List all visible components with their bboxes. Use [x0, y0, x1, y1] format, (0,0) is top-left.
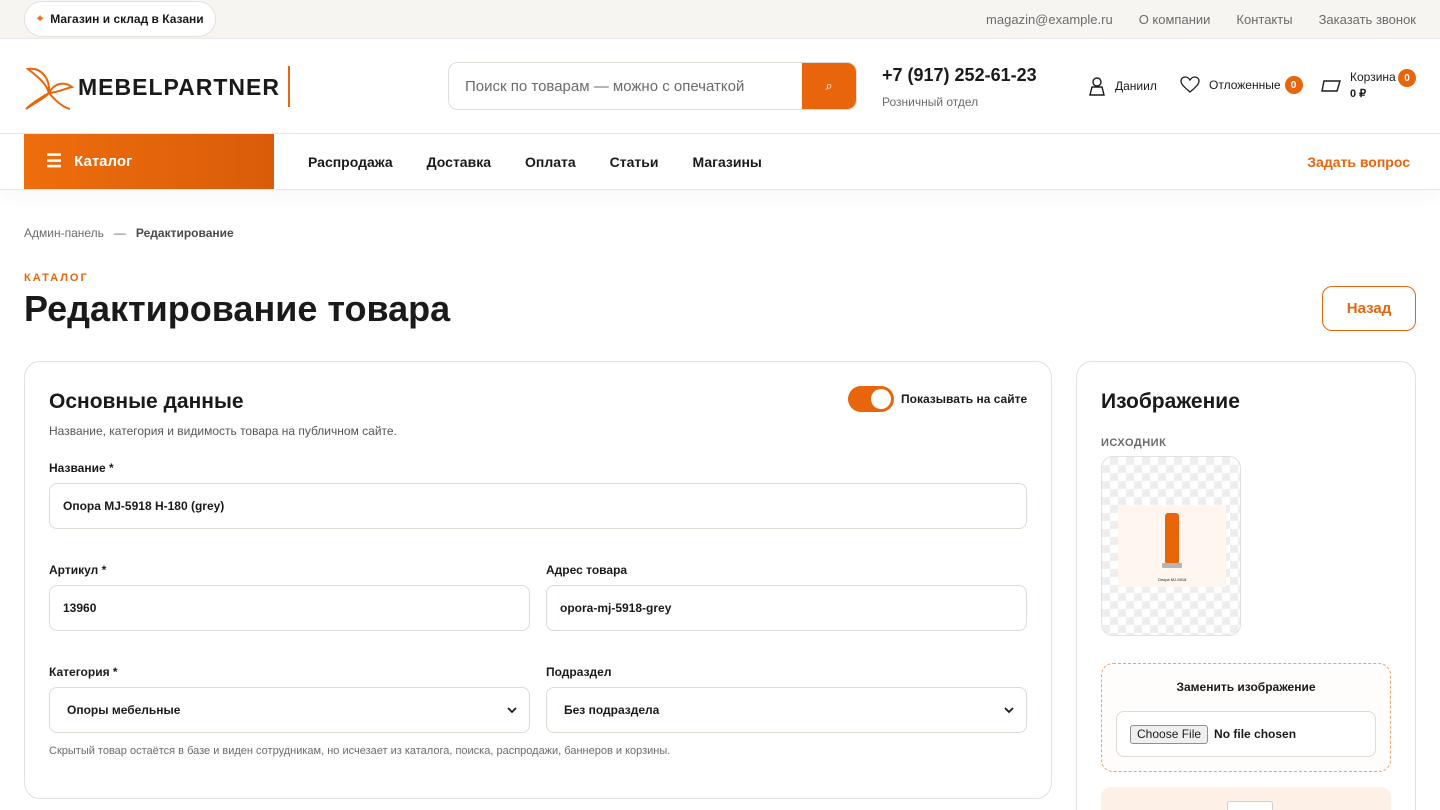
- visibility-toggle-group: Показывать на сайте: [848, 386, 1027, 412]
- phone-number[interactable]: +7 (917) 252-61-23: [882, 65, 1037, 86]
- search-input[interactable]: [449, 63, 802, 109]
- store-location-label: Магазин и склад в Казани: [50, 12, 204, 26]
- header: MEBELPARTNER ⌕ +7 (917) 252-61-23 Рознич…: [0, 39, 1440, 134]
- slug-input[interactable]: opora-mj-5918-grey: [546, 585, 1027, 631]
- cart-count-badge: 0: [1398, 69, 1416, 87]
- secondary-panel-control[interactable]: [1227, 801, 1273, 810]
- menu-icon: ☰: [46, 151, 63, 171]
- card-title: Основные данные: [49, 390, 244, 413]
- butterfly-logo-icon: [25, 67, 74, 110]
- page-eyebrow: КАТАЛОГ: [24, 272, 89, 284]
- nav-link-articles[interactable]: Статьи: [610, 154, 659, 170]
- cart-text: Корзина 0 ₽: [1350, 69, 1396, 103]
- phone-block: +7 (917) 252-61-23 Розничный отдел: [882, 65, 1037, 109]
- nav-link-delivery[interactable]: Доставка: [427, 154, 491, 170]
- catalog-label: Каталог: [74, 153, 133, 170]
- logo-text: MEBELPARTNER: [78, 73, 280, 100]
- source-label: ИСХОДНИК: [1101, 437, 1167, 449]
- contacts-link[interactable]: Контакты: [1236, 12, 1292, 27]
- main-nav: ☰ Каталог Распродажа Доставка Оплата Ста…: [0, 134, 1440, 190]
- furniture-leg-shape: [1165, 513, 1179, 563]
- back-button[interactable]: Назад: [1322, 286, 1416, 331]
- breadcrumb-current: Редактирование: [135, 226, 234, 240]
- name-label: Название *: [49, 461, 114, 475]
- callback-link[interactable]: Заказать звонок: [1319, 12, 1416, 27]
- product-image: Опора MJ-5918: [1118, 505, 1226, 587]
- nav-link-sale[interactable]: Распродажа: [308, 154, 393, 170]
- product-image-preview[interactable]: Опора MJ-5918: [1101, 456, 1241, 636]
- slug-value: opora-mj-5918-grey: [560, 601, 672, 615]
- breadcrumb-separator: —: [113, 226, 126, 240]
- sku-label: Артикул *: [49, 563, 107, 577]
- user-icon: [1089, 77, 1105, 96]
- image-secondary-panel: [1101, 787, 1391, 810]
- card-subtitle: Название, категория и видимость товара н…: [49, 424, 397, 438]
- subcategory-label: Подраздел: [546, 665, 612, 679]
- email-link[interactable]: magazin@example.ru: [986, 12, 1113, 27]
- breadcrumb-parent[interactable]: Админ-панель: [24, 226, 104, 240]
- about-link[interactable]: О компании: [1139, 12, 1211, 27]
- category-select[interactable]: Опоры мебельные: [49, 687, 530, 733]
- search-icon: ⌕: [825, 78, 833, 93]
- favorites-label: Отложенные: [1209, 78, 1281, 92]
- favorites[interactable]: Отложенные 0: [1180, 76, 1303, 94]
- logo-divider: [288, 66, 290, 107]
- logo[interactable]: MEBELPARTNER: [24, 63, 290, 111]
- basic-data-card: Основные данные Название, категория и ви…: [24, 361, 1052, 799]
- page-title: Редактирование товара: [24, 288, 451, 329]
- replace-image-title: Заменить изображение: [1176, 680, 1316, 694]
- furniture-leg-base: [1162, 563, 1182, 568]
- visibility-toggle-label: Показывать на сайте: [901, 392, 1028, 406]
- favorites-count-badge: 0: [1284, 76, 1303, 94]
- cart-sum: 0 ₽: [1350, 88, 1367, 100]
- cart[interactable]: Корзина 0 ₽ 0: [1321, 69, 1416, 103]
- chevron-down-icon: [1004, 707, 1014, 714]
- top-links: magazin@example.ru О компании Контакты З…: [986, 0, 1416, 38]
- file-input[interactable]: Choose File No file chosen: [1116, 711, 1376, 757]
- hidden-product-hint: Скрытый товар остаётся в базе и виден со…: [49, 745, 671, 757]
- heart-icon: [1180, 76, 1200, 93]
- chevron-down-icon: [507, 707, 517, 714]
- breadcrumb: Админ-панель — Редактирование: [24, 226, 234, 240]
- user-name: Даниил: [1115, 79, 1157, 93]
- slug-label: Адрес товара: [546, 563, 628, 577]
- search-button[interactable]: ⌕: [802, 63, 856, 109]
- sku-value: 13960: [63, 601, 97, 615]
- catalog-button[interactable]: ☰ Каталог: [24, 134, 274, 189]
- sku-input[interactable]: 13960: [49, 585, 530, 631]
- subcategory-select[interactable]: Без подраздела: [546, 687, 1027, 733]
- image-card-title: Изображение: [1101, 390, 1240, 413]
- user-account[interactable]: Даниил: [1088, 76, 1157, 96]
- name-input[interactable]: Опора MJ-5918 H-180 (grey): [49, 483, 1027, 529]
- product-image-caption: Опора MJ-5918: [1157, 577, 1187, 582]
- subcategory-value: Без подраздела: [564, 703, 660, 717]
- search-bar: ⌕: [448, 62, 857, 110]
- image-card: Изображение ИСХОДНИК Опора MJ-5918 Замен…: [1076, 361, 1416, 810]
- nav-link-stores[interactable]: Магазины: [693, 154, 762, 170]
- visibility-toggle[interactable]: [848, 386, 894, 412]
- ask-question-link[interactable]: Задать вопрос: [1307, 134, 1410, 189]
- location-pin-icon: ⌖: [37, 12, 44, 25]
- cart-label: Корзина: [1350, 70, 1396, 84]
- name-value: Опора MJ-5918 H-180 (grey): [63, 499, 225, 513]
- replace-image-dropzone[interactable]: Заменить изображение Choose File No file…: [1101, 663, 1391, 772]
- choose-file-button[interactable]: Choose File: [1130, 724, 1209, 744]
- top-bar: ⌖ Магазин и склад в Казани magazin@examp…: [0, 0, 1440, 39]
- no-file-label: No file chosen: [1214, 727, 1297, 741]
- cart-icon: [1321, 80, 1341, 92]
- nav-links: Распродажа Доставка Оплата Статьи Магази…: [308, 134, 762, 189]
- category-value: Опоры мебельные: [67, 703, 181, 717]
- nav-link-payment[interactable]: Оплата: [525, 154, 576, 170]
- store-location-pill[interactable]: ⌖ Магазин и склад в Казани: [24, 1, 216, 37]
- phone-subtitle: Розничный отдел: [882, 95, 979, 109]
- category-label: Категория *: [49, 665, 118, 679]
